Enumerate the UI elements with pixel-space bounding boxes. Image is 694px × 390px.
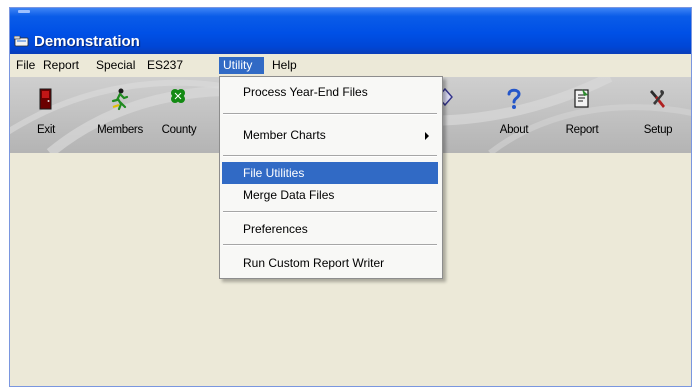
toolbar-report-button[interactable]: Report bbox=[554, 83, 610, 147]
menu-item-member-charts[interactable]: Member Charts bbox=[222, 124, 438, 146]
menu-item-label: Preferences bbox=[243, 222, 308, 236]
menu-separator bbox=[223, 211, 437, 213]
title-bar-caption-mark bbox=[18, 10, 30, 13]
menu-bar: File Report Special ES237 Utility Help bbox=[10, 55, 691, 76]
toolbar-members-button[interactable]: Members bbox=[89, 83, 151, 147]
menu-item-process-year-end-files[interactable]: Process Year-End Files bbox=[222, 81, 438, 103]
title-bar[interactable]: Demonstration bbox=[10, 8, 691, 54]
menu-help[interactable]: Help bbox=[268, 57, 301, 74]
menu-utility[interactable]: Utility bbox=[219, 57, 264, 74]
menu-item-label: Run Custom Report Writer bbox=[243, 256, 385, 270]
toolbar-exit-button[interactable]: Exit bbox=[18, 83, 74, 147]
menu-item-run-custom-report-writer[interactable]: Run Custom Report Writer bbox=[222, 252, 438, 274]
menu-separator bbox=[223, 155, 437, 157]
menu-report[interactable]: Report bbox=[39, 57, 83, 74]
toolbar-county-button[interactable]: County bbox=[150, 83, 208, 147]
submenu-arrow-icon bbox=[425, 132, 429, 140]
members-runner-icon bbox=[111, 88, 129, 111]
toolbar-exit-label: Exit bbox=[37, 124, 55, 136]
toolbar-setup-label: Setup bbox=[643, 124, 673, 136]
utility-dropdown-menu: Process Year-End Files Member Charts Fil… bbox=[219, 76, 443, 279]
window-title: Demonstration bbox=[34, 33, 140, 50]
question-mark-icon bbox=[507, 88, 521, 109]
setup-tools-icon bbox=[650, 90, 665, 108]
menu-es237[interactable]: ES237 bbox=[143, 57, 187, 74]
menu-item-label: Process Year-End Files bbox=[243, 85, 368, 99]
menu-item-label: Merge Data Files bbox=[243, 188, 335, 202]
menu-item-merge-data-files[interactable]: Merge Data Files bbox=[222, 184, 438, 206]
toolbar-county-label: County bbox=[161, 124, 197, 136]
menu-file[interactable]: File bbox=[12, 57, 39, 74]
application-window: Demonstration File Report Special ES237 … bbox=[10, 8, 691, 386]
report-icon bbox=[574, 89, 589, 108]
toolbar-about-button[interactable]: About bbox=[486, 83, 542, 147]
clover-icon bbox=[171, 89, 185, 103]
toolbar-report-label: Report bbox=[565, 124, 599, 136]
menu-item-file-utilities[interactable]: File Utilities bbox=[222, 162, 438, 184]
menu-special[interactable]: Special bbox=[92, 57, 139, 74]
exit-door-icon bbox=[39, 88, 52, 110]
menu-separator bbox=[223, 113, 437, 115]
app-icon bbox=[14, 36, 29, 47]
menu-item-preferences[interactable]: Preferences bbox=[222, 218, 438, 240]
toolbar-members-label: Members bbox=[97, 124, 143, 136]
toolbar-setup-button[interactable]: Setup bbox=[630, 83, 686, 147]
menu-separator bbox=[223, 244, 437, 246]
toolbar-about-label: About bbox=[499, 124, 529, 136]
menu-item-label: File Utilities bbox=[243, 166, 305, 180]
menu-item-label: Member Charts bbox=[243, 128, 326, 142]
